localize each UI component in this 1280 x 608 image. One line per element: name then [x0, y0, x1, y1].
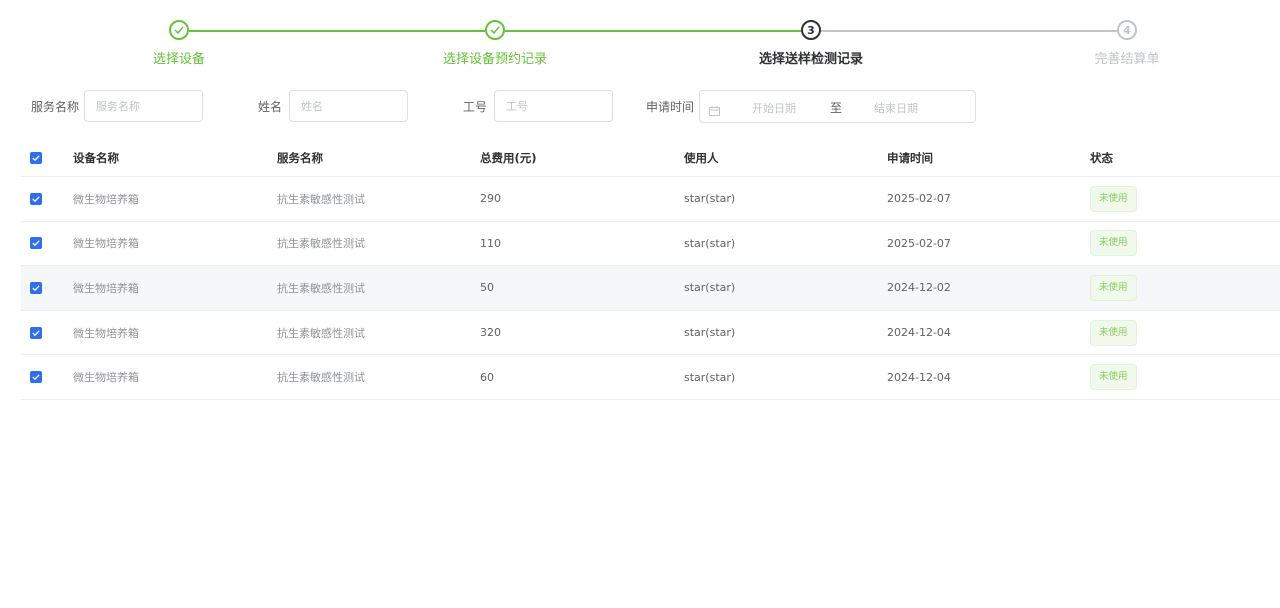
apply-time-label: 申请时间 [646, 100, 695, 114]
checkmark-icon [32, 240, 40, 247]
row-checkbox-cell [30, 222, 42, 266]
user-cell: star(star) [684, 326, 736, 340]
name-input[interactable] [289, 90, 408, 122]
checkmark-icon [32, 285, 40, 291]
status-badge: 未使用 [1090, 274, 1137, 301]
step-select-device[interactable]: 选择设备 [69, 20, 289, 67]
checkmark-icon [32, 196, 40, 202]
apply-time-cell: 2024-12-04 [887, 370, 951, 384]
service-name-cell: 抗生素敏感性测试 [277, 237, 365, 251]
steps-bar: 选择设备 选择设备预约记录 3 选择送样检测记录 4 完善结算单 [0, 0, 1280, 72]
row-checkbox-cell [30, 311, 42, 355]
service-name-label: 服务名称 [31, 100, 80, 114]
step-select-reservation[interactable]: 选择设备预约记录 [385, 20, 605, 67]
total-fee-cell: 110 [480, 236, 501, 250]
end-date-input[interactable]: 结束日期 [874, 100, 918, 116]
service-name-cell: 抗生素敏感性测试 [277, 192, 365, 206]
apply-time-cell: 2025-02-07 [887, 192, 951, 206]
service-name-cell: 抗生素敏感性测试 [277, 371, 365, 385]
table-row[interactable]: 微生物培养箱 抗生素敏感性测试 60 star(star) 2024-12-04… [21, 355, 1280, 400]
status-badge: 未使用 [1090, 364, 1137, 391]
row-checkbox[interactable] [30, 281, 42, 294]
step-title: 完善结算单 [1094, 52, 1160, 67]
row-checkbox-cell [30, 177, 42, 221]
checkmark-icon [32, 374, 40, 381]
apply-time-cell: 2024-12-02 [887, 281, 951, 295]
row-checkbox[interactable] [30, 192, 42, 205]
row-checkbox[interactable] [30, 237, 42, 250]
total-fee-cell: 50 [480, 281, 494, 295]
header-total-fee: 总费用(元) [480, 151, 537, 165]
step-title: 选择设备预约记录 [442, 52, 547, 67]
service-name-cell: 抗生素敏感性测试 [277, 326, 365, 340]
status-cell: 未使用 [1090, 177, 1137, 221]
status-badge: 未使用 [1090, 319, 1137, 346]
header-status: 状态 [1090, 151, 1113, 165]
table-row[interactable]: 微生物培养箱 抗生素敏感性测试 110 star(star) 2025-02-0… [21, 222, 1280, 267]
select-all-cell [30, 140, 42, 176]
staff-id-label: 工号 [463, 100, 488, 114]
device-name-cell: 微生物培养箱 [73, 326, 139, 340]
name-label: 姓名 [258, 100, 283, 114]
start-date-input[interactable]: 开始日期 [752, 100, 796, 116]
checkmark-icon [32, 329, 40, 336]
user-cell: star(star) [684, 192, 736, 206]
service-name-input[interactable] [84, 90, 203, 122]
service-name-cell: 抗生素敏感性测试 [277, 281, 365, 295]
row-checkbox[interactable] [30, 371, 42, 384]
step-title: 选择送样检测记录 [758, 52, 863, 67]
total-fee-cell: 320 [480, 326, 501, 340]
status-badge: 未使用 [1090, 185, 1137, 212]
step-number: 3 [801, 20, 821, 40]
apply-time-cell: 2024-12-04 [887, 326, 951, 340]
header-apply-time: 申请时间 [887, 151, 933, 165]
header-user: 使用人 [684, 151, 719, 165]
status-badge: 未使用 [1090, 230, 1137, 257]
step-complete-settlement[interactable]: 4 完善结算单 [1017, 20, 1237, 67]
device-name-cell: 微生物培养箱 [73, 192, 139, 206]
check-icon [485, 20, 505, 40]
records-table: 设备名称 服务名称 总费用(元) 使用人 申请时间 状态 微生物培养箱 抗生素敏… [21, 140, 1280, 400]
date-range-separator: 至 [830, 101, 843, 115]
table-header: 设备名称 服务名称 总费用(元) 使用人 申请时间 状态 [21, 140, 1280, 177]
apply-time-cell: 2025-02-07 [887, 236, 951, 250]
user-cell: star(star) [684, 281, 736, 295]
total-fee-cell: 290 [480, 192, 501, 206]
check-icon [169, 20, 189, 40]
table-row[interactable]: 微生物培养箱 抗生素敏感性测试 290 star(star) 2025-02-0… [21, 177, 1280, 222]
status-cell: 未使用 [1090, 222, 1137, 266]
row-checkbox[interactable] [30, 326, 42, 339]
calendar-icon [709, 101, 720, 116]
step-select-sample-record[interactable]: 3 选择送样检测记录 [701, 20, 921, 67]
user-cell: star(star) [684, 236, 736, 250]
device-name-cell: 微生物培养箱 [73, 371, 139, 385]
select-all-checkbox[interactable] [30, 152, 42, 164]
step-number: 4 [1117, 20, 1137, 40]
staff-id-input[interactable] [494, 90, 613, 122]
device-name-cell: 微生物培养箱 [73, 281, 139, 295]
date-range-picker[interactable]: 开始日期 至 结束日期 [699, 90, 976, 123]
user-cell: star(star) [684, 370, 736, 384]
status-cell: 未使用 [1090, 266, 1137, 310]
step-title: 选择设备 [152, 52, 205, 67]
device-name-cell: 微生物培养箱 [73, 237, 139, 251]
table-row[interactable]: 微生物培养箱 抗生素敏感性测试 320 star(star) 2024-12-0… [21, 311, 1280, 356]
header-service-name: 服务名称 [277, 151, 323, 165]
row-checkbox-cell [30, 266, 42, 310]
row-checkbox-cell [30, 355, 42, 399]
status-cell: 未使用 [1090, 355, 1137, 399]
table-row[interactable]: 微生物培养箱 抗生素敏感性测试 50 star(star) 2024-12-02… [21, 266, 1280, 311]
status-cell: 未使用 [1090, 311, 1137, 355]
checkmark-icon [32, 155, 40, 161]
total-fee-cell: 60 [480, 370, 494, 384]
header-device-name: 设备名称 [73, 151, 119, 165]
